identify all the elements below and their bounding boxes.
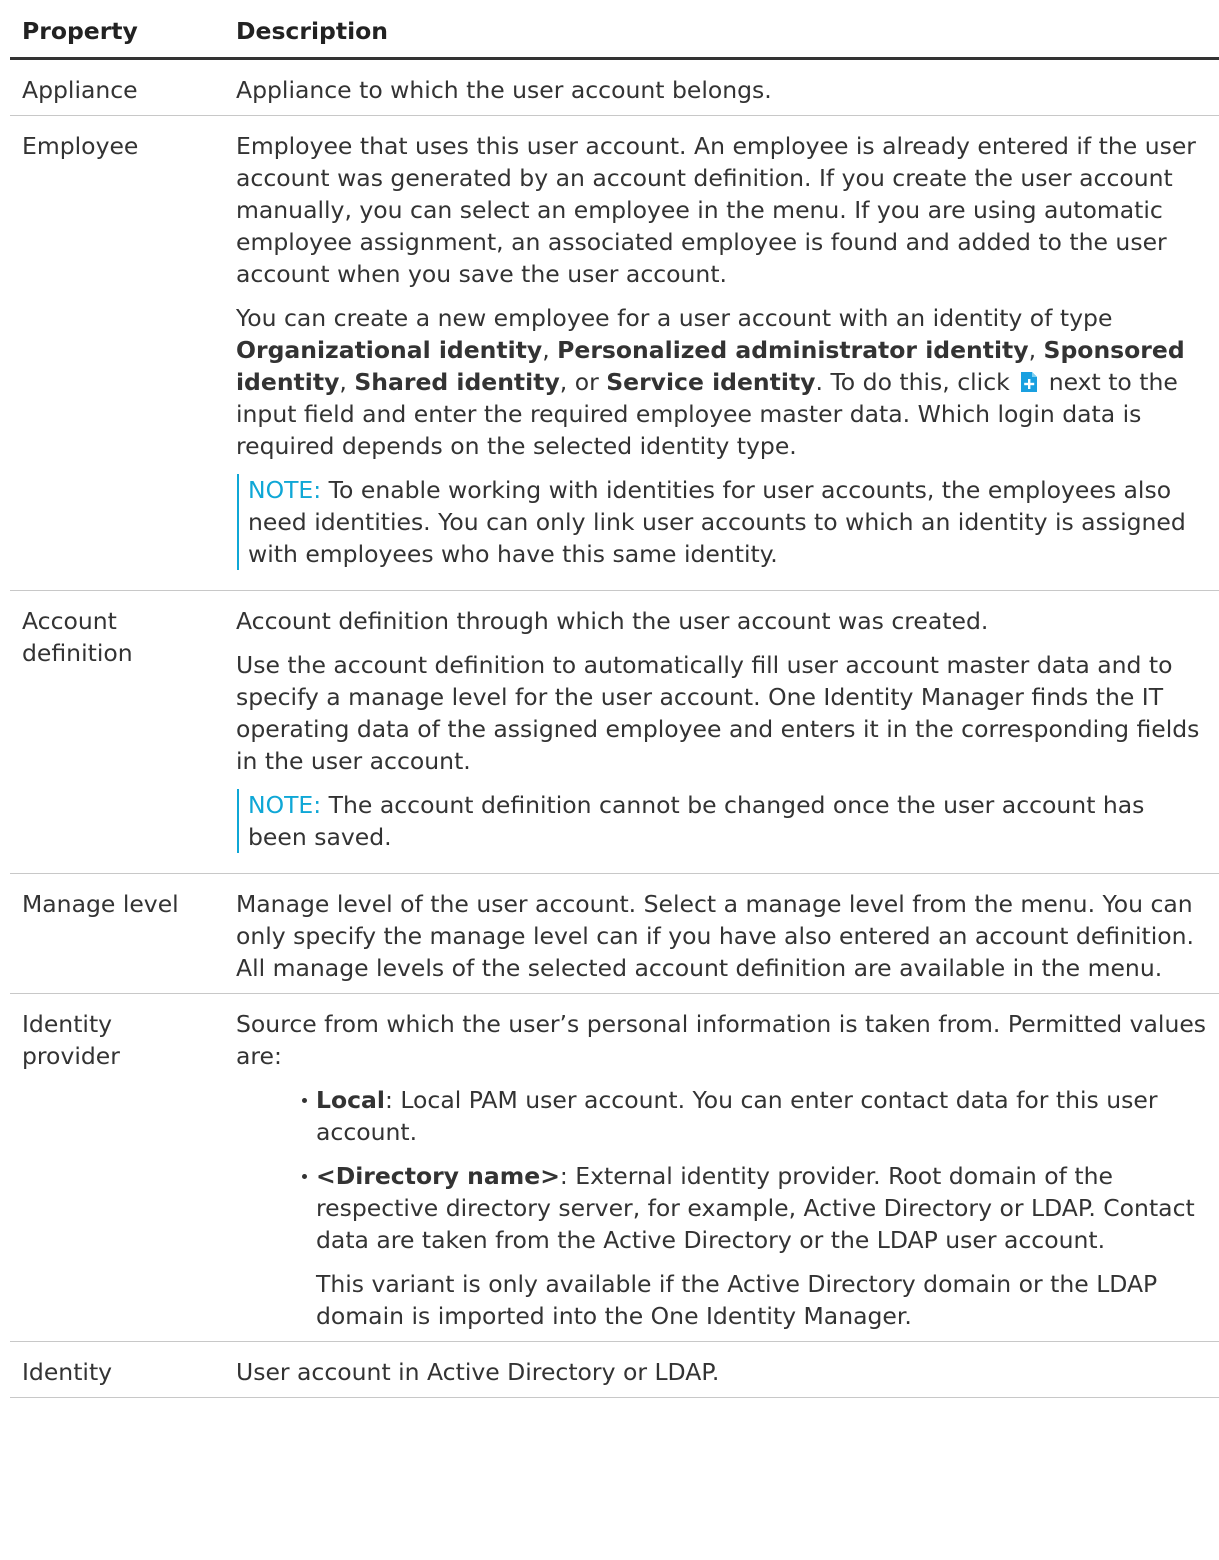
table-row: Account definition Account definition th…: [10, 590, 1219, 874]
variant-note: This variant is only available if the Ac…: [316, 1270, 1158, 1330]
note-text: The account definition cannot be changed…: [248, 791, 1145, 851]
description-text: Source from which the user’s personal in…: [236, 1010, 1207, 1070]
value-name: Local: [316, 1086, 385, 1114]
identity-type-shared: Shared identity: [354, 368, 560, 396]
table-row: Appliance Appliance to which the user ac…: [10, 58, 1219, 116]
table-row: Employee Employee that uses this user ac…: [10, 115, 1219, 591]
description-text: Manage level of the user account. Select…: [236, 890, 1195, 982]
description-text: You can create a new employee for a user…: [236, 304, 1185, 460]
identity-type-organizational: Organizational identity: [236, 336, 543, 364]
note-text: To enable working with identities for us…: [248, 476, 1186, 568]
property-name: Identity provider: [10, 993, 224, 1342]
property-description: User account in Active Directory or LDAP…: [224, 1341, 1219, 1398]
identity-type-service: Service identity: [606, 368, 816, 396]
list-item: Local: Local PAM user account. You can e…: [302, 1084, 1207, 1148]
header-description: Description: [224, 9, 1219, 60]
property-description: Account definition through which the use…: [224, 590, 1219, 874]
value-name: <Directory name>: [316, 1162, 560, 1190]
description-text: User account in Active Directory or LDAP…: [236, 1358, 720, 1386]
list-item: <Directory name>: External identity prov…: [302, 1160, 1207, 1256]
table-row: Identity User account in Active Director…: [10, 1341, 1219, 1398]
property-description: Employee that uses this user account. An…: [224, 115, 1219, 591]
add-document-icon: [1019, 369, 1039, 392]
header-property: Property: [10, 9, 224, 60]
description-text: Employee that uses this user account. An…: [236, 132, 1196, 288]
description-text: Appliance to which the user account belo…: [236, 76, 772, 104]
note-block: NOTE: The account definition cannot be c…: [237, 789, 1207, 853]
table-row: Identity provider Source from which the …: [10, 993, 1219, 1342]
property-description: Manage level of the user account. Select…: [224, 873, 1219, 994]
note-block: NOTE: To enable working with identities …: [237, 474, 1207, 570]
description-text: Use the account definition to automatica…: [236, 651, 1200, 775]
property-name: Manage level: [10, 873, 224, 994]
note-label: NOTE:: [248, 476, 322, 504]
property-name: Appliance: [10, 58, 224, 116]
description-text: Account definition through which the use…: [236, 607, 989, 635]
table-header-row: Property Description: [10, 9, 1219, 60]
property-name: Identity: [10, 1341, 224, 1398]
property-name: Employee: [10, 115, 224, 591]
note-label: NOTE:: [248, 791, 322, 819]
property-description: Source from which the user’s personal in…: [224, 993, 1219, 1342]
table-row: Manage level Manage level of the user ac…: [10, 873, 1219, 994]
property-description: Appliance to which the user account belo…: [224, 58, 1219, 116]
property-name: Account definition: [10, 590, 224, 874]
value-description: : Local PAM user account. You can enter …: [316, 1086, 1158, 1146]
identity-type-personalized-admin: Personalized administrator identity: [557, 336, 1029, 364]
property-table: Property Description Appliance Appliance…: [10, 9, 1219, 1398]
permitted-values-list: Local: Local PAM user account. You can e…: [236, 1084, 1207, 1256]
